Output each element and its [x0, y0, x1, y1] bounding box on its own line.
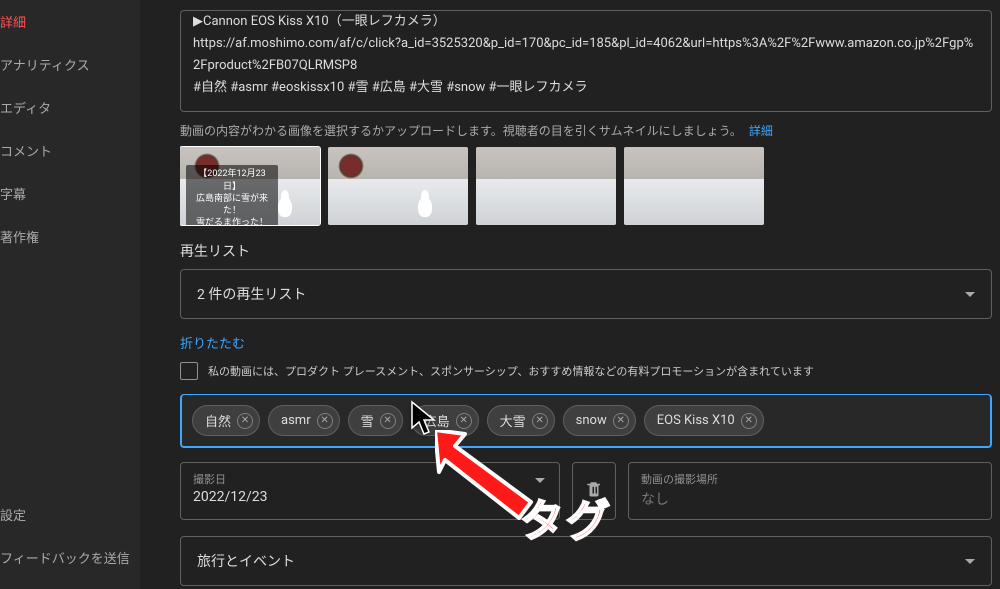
playlist-title: 再生リスト [180, 241, 1000, 261]
tag-chip[interactable]: snow ✕ [563, 405, 636, 436]
sidebar-item-editor[interactable]: エディタ [0, 86, 140, 129]
recording-date-value: 2022/12/23 [193, 489, 547, 505]
thumbnail-option-4[interactable] [624, 147, 764, 225]
chevron-down-icon [965, 559, 975, 564]
tag-chip-label: asmr [281, 413, 311, 428]
paid-promo-label: 私の動画には、プロダクト プレースメント、スポンサーシップ、おすすめ情報などの有… [208, 363, 814, 379]
tag-chip[interactable]: 大雪 ✕ [487, 405, 555, 436]
tags-input[interactable]: 自然✕ asmr✕ 雪✕ 広島✕ 大雪✕ snow✕ EOS Kiss X10✕ [180, 394, 992, 448]
sidebar-item-details[interactable]: 詳細 [0, 0, 140, 43]
tag-chip-label: 大雪 [500, 411, 526, 430]
tag-chip-label: 広島 [424, 411, 450, 430]
recording-date-field[interactable]: 撮影日 2022/12/23 [180, 462, 560, 520]
location-placeholder: なし [641, 489, 979, 509]
sidebar-item-copyright[interactable]: 著作権 [0, 215, 140, 258]
travel-events-select[interactable]: 旅行とイベント [180, 536, 992, 586]
tag-chip-label: 雪 [361, 411, 374, 430]
collapse-link[interactable]: 折りたたむ [180, 333, 245, 352]
paid-promo-checkbox[interactable] [180, 362, 198, 380]
paid-promo-row[interactable]: 私の動画には、プロダクト プレースメント、スポンサーシップ、おすすめ情報などの有… [180, 362, 1000, 380]
tag-chip[interactable]: EOS Kiss X10 ✕ [644, 405, 764, 436]
playlist-value: 2 件の再生リスト [197, 284, 306, 304]
tag-chip[interactable]: 雪✕ [348, 405, 403, 436]
sidebar-item-subtitles[interactable]: 字幕 [0, 172, 140, 215]
location-label: 動画の撮影場所 [641, 471, 979, 487]
travel-events-value: 旅行とイベント [197, 551, 295, 571]
sidebar-item-comments[interactable]: コメント [0, 129, 140, 172]
tag-chip-label: 自然 [205, 411, 231, 430]
thumbnail-option-3[interactable] [476, 147, 616, 225]
close-icon[interactable]: ✕ [613, 413, 629, 429]
tag-chip[interactable]: 広島 ✕ [411, 405, 479, 436]
tag-chip-label: EOS Kiss X10 [657, 413, 735, 428]
thumbnail-overlay-text: 【2022年12月23日】 広島南部に雪が来た！ 雪だるま作った！ [186, 165, 278, 225]
description-line: ▶Cannon EOS Kiss X10（一眼レフカメラ） [193, 11, 979, 33]
sidebar: 詳細 アナリティクス エディタ コメント 字幕 著作権 設定 フィードバックを送… [0, 0, 140, 589]
thumbnail-helper-text: 動画の内容がわかる画像を選択するかアップロードします。視聴者の目を引くサムネイル… [180, 124, 742, 138]
clear-date-button[interactable] [572, 462, 616, 520]
tag-chip[interactable]: 自然 ✕ [192, 405, 260, 436]
description-line: https://af.moshimo.com/af/c/click?a_id=3… [193, 33, 979, 77]
recording-date-label: 撮影日 [193, 471, 547, 487]
thumbnail-details-link[interactable]: 詳細 [749, 124, 773, 138]
sidebar-item-analytics[interactable]: アナリティクス [0, 43, 140, 86]
chevron-down-icon [965, 292, 975, 297]
date-location-row: 撮影日 2022/12/23 動画の撮影場所 なし [180, 462, 992, 520]
thumbnail-row: 【2022年12月23日】 広島南部に雪が来た！ 雪だるま作った！ [180, 147, 1000, 225]
description-textarea[interactable]: ▶Cannon EOS Kiss X10（一眼レフカメラ） https://af… [180, 10, 992, 112]
close-icon[interactable]: ✕ [456, 413, 472, 429]
playlist-select[interactable]: 2 件の再生リスト [180, 269, 992, 319]
tag-chip-label: snow [576, 413, 607, 428]
tag-chip[interactable]: asmr ✕ [268, 405, 340, 436]
close-icon[interactable]: ✕ [317, 413, 333, 429]
sidebar-item-feedback[interactable]: フィードバックを送信 [0, 536, 140, 579]
location-field[interactable]: 動画の撮影場所 なし [628, 462, 992, 520]
close-icon[interactable]: ✕ [237, 413, 253, 429]
thumbnail-option-1[interactable]: 【2022年12月23日】 広島南部に雪が来た！ 雪だるま作った！ [180, 147, 320, 225]
close-icon[interactable]: ✕ [741, 413, 757, 429]
thumbnail-option-2[interactable] [328, 147, 468, 225]
description-line: #自然 #asmr #eoskissx10 #雪 #広島 #大雪 #snow #… [193, 77, 979, 99]
close-icon[interactable]: ✕ [532, 413, 548, 429]
close-icon[interactable]: ✕ [380, 413, 396, 429]
trash-icon [585, 480, 603, 502]
main-panel: ▶Cannon EOS Kiss X10（一眼レフカメラ） https://af… [180, 0, 1000, 589]
sidebar-item-settings[interactable]: 設定 [0, 493, 140, 536]
chevron-down-icon [535, 478, 545, 499]
thumbnail-helper: 動画の内容がわかる画像を選択するかアップロードします。視聴者の目を引くサムネイル… [180, 122, 1000, 139]
